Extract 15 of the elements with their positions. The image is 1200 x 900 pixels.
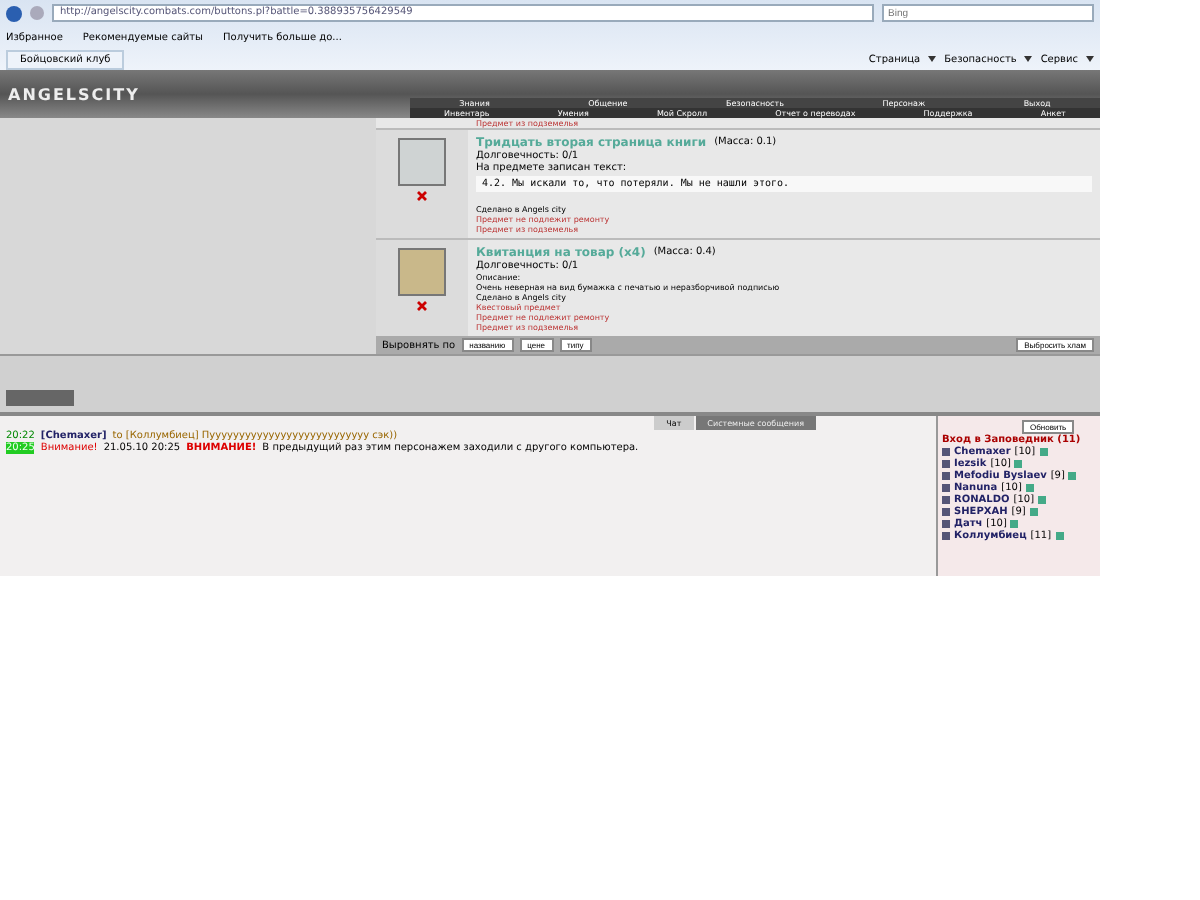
info-icon[interactable] bbox=[1068, 472, 1077, 480]
info-icon[interactable] bbox=[1055, 532, 1064, 540]
logo: ANGELSCITY bbox=[6, 83, 142, 107]
item-photo-placeholder bbox=[398, 138, 446, 186]
info-icon[interactable] bbox=[1039, 448, 1048, 456]
caret-icon[interactable] bbox=[1086, 56, 1094, 62]
info-icon[interactable] bbox=[1014, 460, 1023, 468]
forward-icon[interactable] bbox=[30, 6, 44, 20]
item-photo-placeholder bbox=[398, 248, 446, 296]
info-icon[interactable] bbox=[1010, 520, 1019, 528]
caret-icon[interactable] bbox=[928, 56, 937, 62]
caret-icon[interactable] bbox=[1024, 56, 1033, 62]
delete-icon[interactable] bbox=[416, 300, 428, 312]
back-icon[interactable] bbox=[6, 5, 22, 21]
delete-icon[interactable] bbox=[416, 190, 428, 202]
